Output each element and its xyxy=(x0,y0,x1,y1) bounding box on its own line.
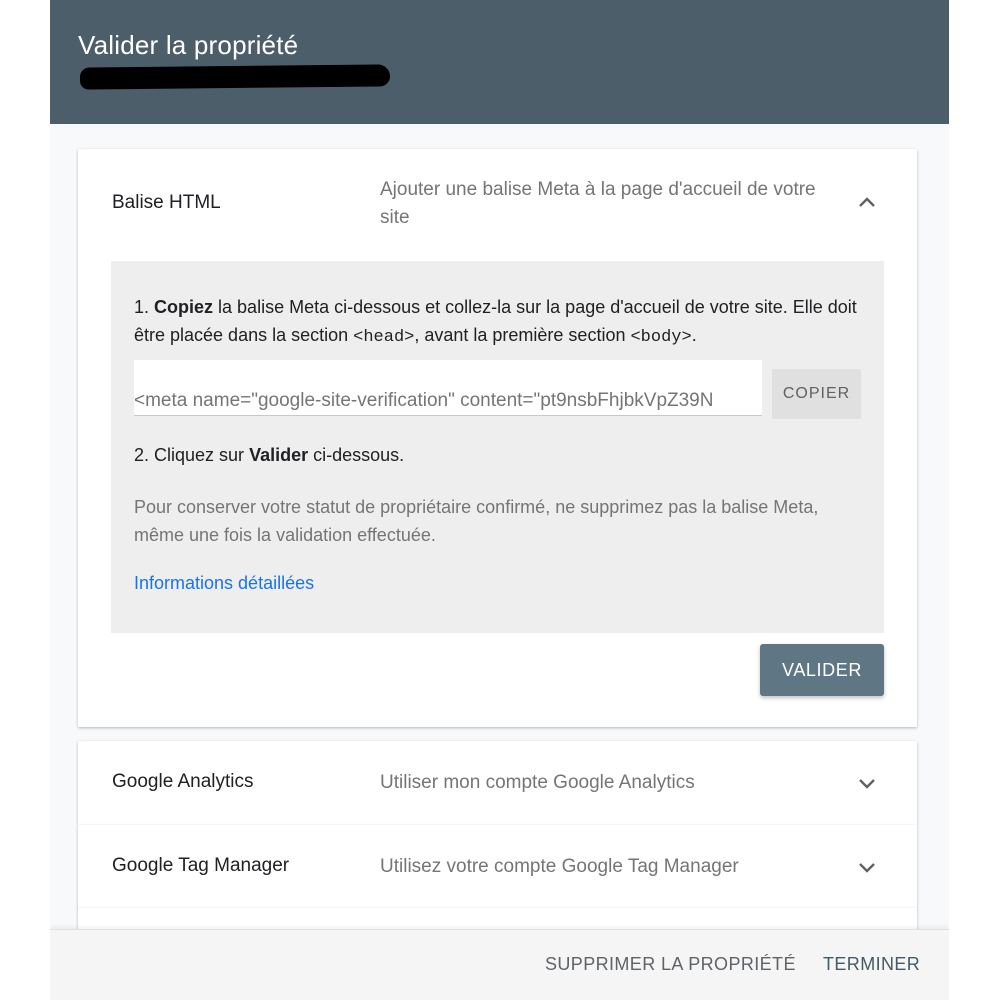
step-2-bold: Valider xyxy=(249,445,309,465)
verify-property-dialog: Valider la propriété Balise HTML Ajouter… xyxy=(50,0,949,1000)
method-title-google-analytics[interactable]: Google Analytics xyxy=(112,771,254,793)
meta-tag-field[interactable]: <meta name="google-site-verification" co… xyxy=(134,360,762,416)
redacted-property-url xyxy=(79,64,391,90)
step-1-instructions: 1. Copiez la balise Meta ci-dessous et c… xyxy=(134,293,874,352)
chevron-down-icon[interactable] xyxy=(856,856,878,878)
step-1-bold: Copiez xyxy=(154,297,214,317)
method-description-google-tag-manager[interactable]: Utilisez votre compte Google Tag Manager xyxy=(380,853,739,881)
step-2-instructions: 2. Cliquez sur Valider ci-dessous. xyxy=(134,445,404,466)
method-card-google-analytics[interactable]: Google Analytics Utiliser mon compte Goo… xyxy=(78,741,917,825)
dialog-header: Valider la propriété xyxy=(50,0,949,124)
html-tag-instructions-panel: 1. Copiez la balise Meta ci-dessous et c… xyxy=(111,261,884,633)
copy-button[interactable]: COPIER xyxy=(772,369,861,419)
retention-note: Pour conserver votre statut de propriéta… xyxy=(134,497,819,545)
done-button[interactable]: TERMINER xyxy=(823,954,920,975)
details-link[interactable]: Informations détaillées xyxy=(134,573,314,594)
step-1-end: . xyxy=(691,325,697,345)
dialog-title: Valider la propriété xyxy=(78,30,299,60)
delete-property-button[interactable]: SUPPRIMER LA PROPRIÉTÉ xyxy=(545,954,796,975)
method-card-html-tag: Balise HTML Ajouter une balise Meta à la… xyxy=(78,149,917,727)
method-title-google-tag-manager[interactable]: Google Tag Manager xyxy=(112,855,289,877)
method-title-html-tag[interactable]: Balise HTML xyxy=(112,192,221,214)
validate-button[interactable]: VALIDER xyxy=(760,644,884,696)
method-description-html-tag[interactable]: Ajouter une balise Meta à la page d'accu… xyxy=(380,176,840,232)
step-2-prefix: 2. Cliquez sur xyxy=(134,445,250,465)
step-1-prefix: 1. xyxy=(134,297,155,317)
body-tag-code: <body> xyxy=(630,328,692,347)
chevron-down-icon[interactable] xyxy=(856,772,878,794)
dialog-footer: SUPPRIMER LA PROPRIÉTÉ TERMINER xyxy=(50,929,949,1000)
method-card-google-tag-manager[interactable]: Google Tag Manager Utilisez votre compte… xyxy=(78,825,917,909)
chevron-up-icon[interactable] xyxy=(856,192,878,214)
step-1-text-2: , avant la première section xyxy=(414,325,631,345)
step-2-suffix: ci-dessous. xyxy=(308,445,405,465)
head-tag-code: <head> xyxy=(353,328,415,347)
meta-tag-value[interactable]: <meta name="google-site-verification" co… xyxy=(134,390,713,412)
method-description-google-analytics[interactable]: Utiliser mon compte Google Analytics xyxy=(380,769,695,797)
